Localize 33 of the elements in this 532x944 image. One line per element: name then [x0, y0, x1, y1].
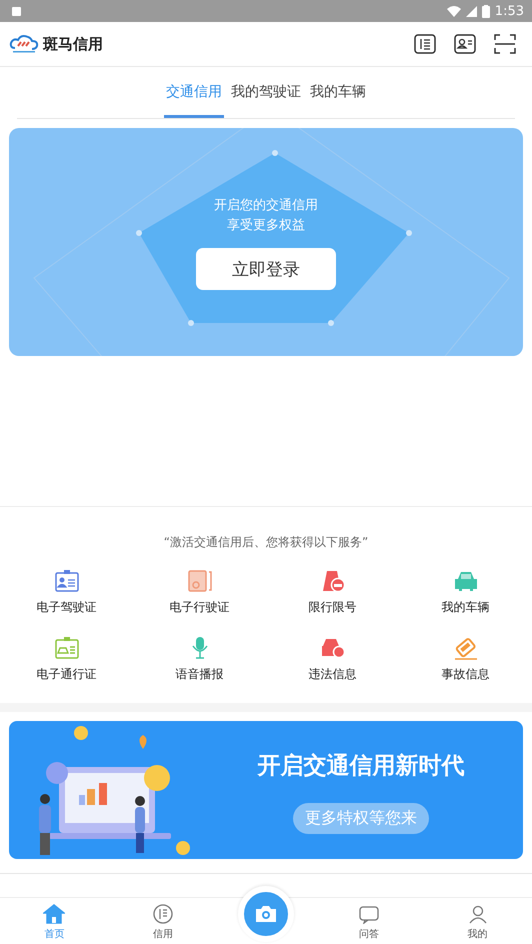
service-item[interactable]: 电子行驶证 — [133, 569, 266, 616]
nav-tab[interactable]: 问答 — [314, 898, 424, 944]
camera-icon — [254, 905, 277, 923]
service-item[interactable]: 电子驾驶证 — [0, 569, 133, 616]
cloud-logo-icon — [9, 34, 39, 54]
app-title: 斑马信用 — [43, 34, 103, 54]
nav-tab[interactable]: 信用 — [108, 898, 218, 944]
service-item[interactable]: 我的车辆 — [399, 569, 532, 616]
credit-icon — [152, 904, 174, 924]
promo-text: 开启您的交通信用 — [214, 197, 318, 215]
service-item[interactable]: 电子通行证 — [0, 636, 133, 683]
service-item[interactable]: 事故信息 — [399, 636, 532, 683]
id-card-icon[interactable] — [454, 34, 476, 54]
banner-title: 开启交通信用新时代 — [258, 752, 464, 781]
signal-icon — [466, 6, 477, 16]
notification-icon — [12, 6, 21, 16]
tab[interactable]: 我的驾驶证 — [229, 67, 303, 118]
nav-tab[interactable]: 我的 — [423, 898, 532, 944]
credit-icon[interactable] — [414, 34, 436, 54]
home-icon — [43, 904, 66, 924]
promo-text: 享受更多权益 — [227, 217, 305, 235]
person-icon — [466, 904, 489, 924]
clock: 1:53 — [494, 4, 524, 18]
services-caption: “激活交通信用后、您将获得以下服务” — [162, 534, 370, 551]
wifi-icon — [446, 6, 461, 16]
tab[interactable]: 我的车辆 — [308, 67, 368, 118]
login-button[interactable]: 立即登录 — [196, 248, 336, 290]
scan-icon[interactable] — [494, 34, 516, 54]
battery-icon — [482, 4, 490, 18]
chat-icon — [358, 904, 380, 924]
service-item[interactable]: 限行限号 — [266, 569, 399, 616]
service-item[interactable]: 语音播报 — [133, 636, 266, 683]
service-item[interactable]: 违法信息 — [266, 636, 399, 683]
